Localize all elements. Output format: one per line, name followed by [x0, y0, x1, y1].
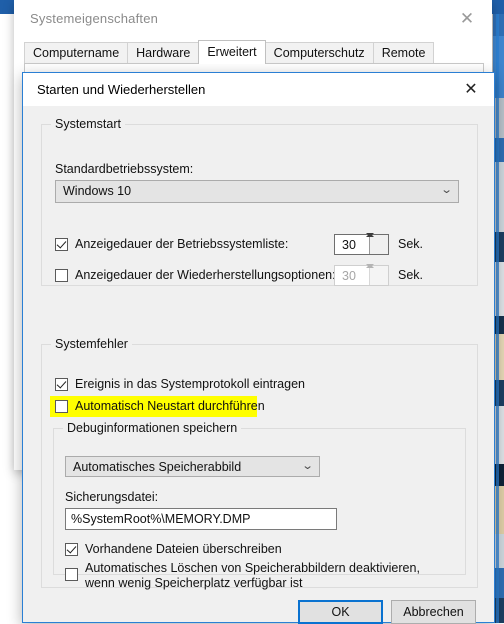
write-event-label: Ereignis in das Systemprotokoll eintrage… [75, 377, 305, 391]
disable-autodelete-label: Automatisches Löschen von Speicherabbild… [85, 561, 420, 590]
default-os-combobox[interactable]: Windows 10 ⌄ [55, 180, 459, 203]
close-icon[interactable]: ✕ [454, 8, 480, 30]
dump-type-value: Automatisches Speicherabbild [73, 460, 242, 474]
dump-file-label: Sicherungsdatei: [65, 490, 159, 504]
chevron-down-icon: ⌄ [301, 460, 314, 472]
system-properties-tabstrip[interactable]: Computername Hardware Erweitert Computer… [24, 40, 482, 64]
stepper-buttons [366, 264, 388, 285]
startup-group: Systemstart [41, 117, 478, 286]
overwrite-dump-checkbox[interactable] [65, 543, 78, 556]
dialog-titlebar: Starten und Wiederherstellen ✕ [23, 73, 494, 107]
recovery-timeout-stepper: 30 [334, 264, 389, 286]
dialog-body: Systemstart Standardbetriebssystem: Wind… [23, 106, 494, 624]
ok-button[interactable]: OK [298, 600, 383, 624]
auto-restart-checkbox[interactable] [55, 400, 68, 413]
chevron-down-icon: ⌄ [440, 184, 453, 196]
overwrite-dump-label: Vorhandene Dateien überschreiben [85, 542, 282, 556]
os-list-timeout-stepper[interactable]: 30 [334, 233, 389, 255]
recovery-timeout-value: 30 [342, 269, 356, 283]
tab-computerschutz[interactable]: Computerschutz [264, 42, 374, 64]
write-event-checkbox[interactable] [55, 378, 68, 391]
tab-remote[interactable]: Remote [372, 42, 435, 64]
default-os-value: Windows 10 [63, 184, 132, 198]
disable-autodelete-checkbox[interactable] [65, 568, 78, 581]
startup-group-label: Systemstart [51, 117, 125, 131]
os-list-timeout-label: Anzeigedauer der Betriebssystemliste: [75, 237, 289, 251]
dialog-title: Starten und Wiederherstellen [37, 82, 206, 97]
tab-computername[interactable]: Computername [24, 42, 129, 64]
os-list-timeout-value: 30 [342, 238, 356, 252]
desktop-strip-left [0, 0, 14, 14]
tab-hardware[interactable]: Hardware [127, 42, 200, 64]
auto-restart-label: Automatisch Neustart durchführen [75, 399, 265, 413]
sliver-edge [496, 0, 499, 623]
default-os-label: Standardbetriebssystem: [55, 162, 194, 176]
debug-info-group-label: Debuginformationen speichern [63, 421, 242, 435]
os-list-timeout-unit: Sek. [398, 237, 424, 251]
recovery-timeout-label: Anzeigedauer der Wiederherstellungsoptio… [75, 268, 336, 282]
dump-type-combobox[interactable]: Automatisches Speicherabbild ⌄ [65, 456, 320, 477]
recovery-timeout-unit: Sek. [398, 268, 424, 282]
recovery-timeout-checkbox[interactable] [55, 269, 68, 282]
desktop-strip-right [492, 0, 504, 14]
close-icon[interactable]: ✕ [458, 79, 484, 101]
cancel-button[interactable]: Abbrechen [391, 600, 476, 624]
tab-erweitert[interactable]: Erweitert [198, 40, 266, 64]
system-properties-title: Systemeigenschaften [30, 11, 159, 26]
dump-file-input[interactable]: %SystemRoot%\MEMORY.DMP [65, 508, 337, 530]
system-failure-group-label: Systemfehler [51, 337, 132, 351]
stepper-buttons[interactable] [366, 233, 388, 254]
os-list-timeout-checkbox[interactable] [55, 238, 68, 251]
startup-recovery-dialog: Starten und Wiederherstellen ✕ Systemsta… [22, 72, 495, 624]
system-properties-titlebar: Systemeigenschaften ✕ [14, 0, 492, 38]
dump-file-value: %SystemRoot%\MEMORY.DMP [71, 512, 251, 526]
